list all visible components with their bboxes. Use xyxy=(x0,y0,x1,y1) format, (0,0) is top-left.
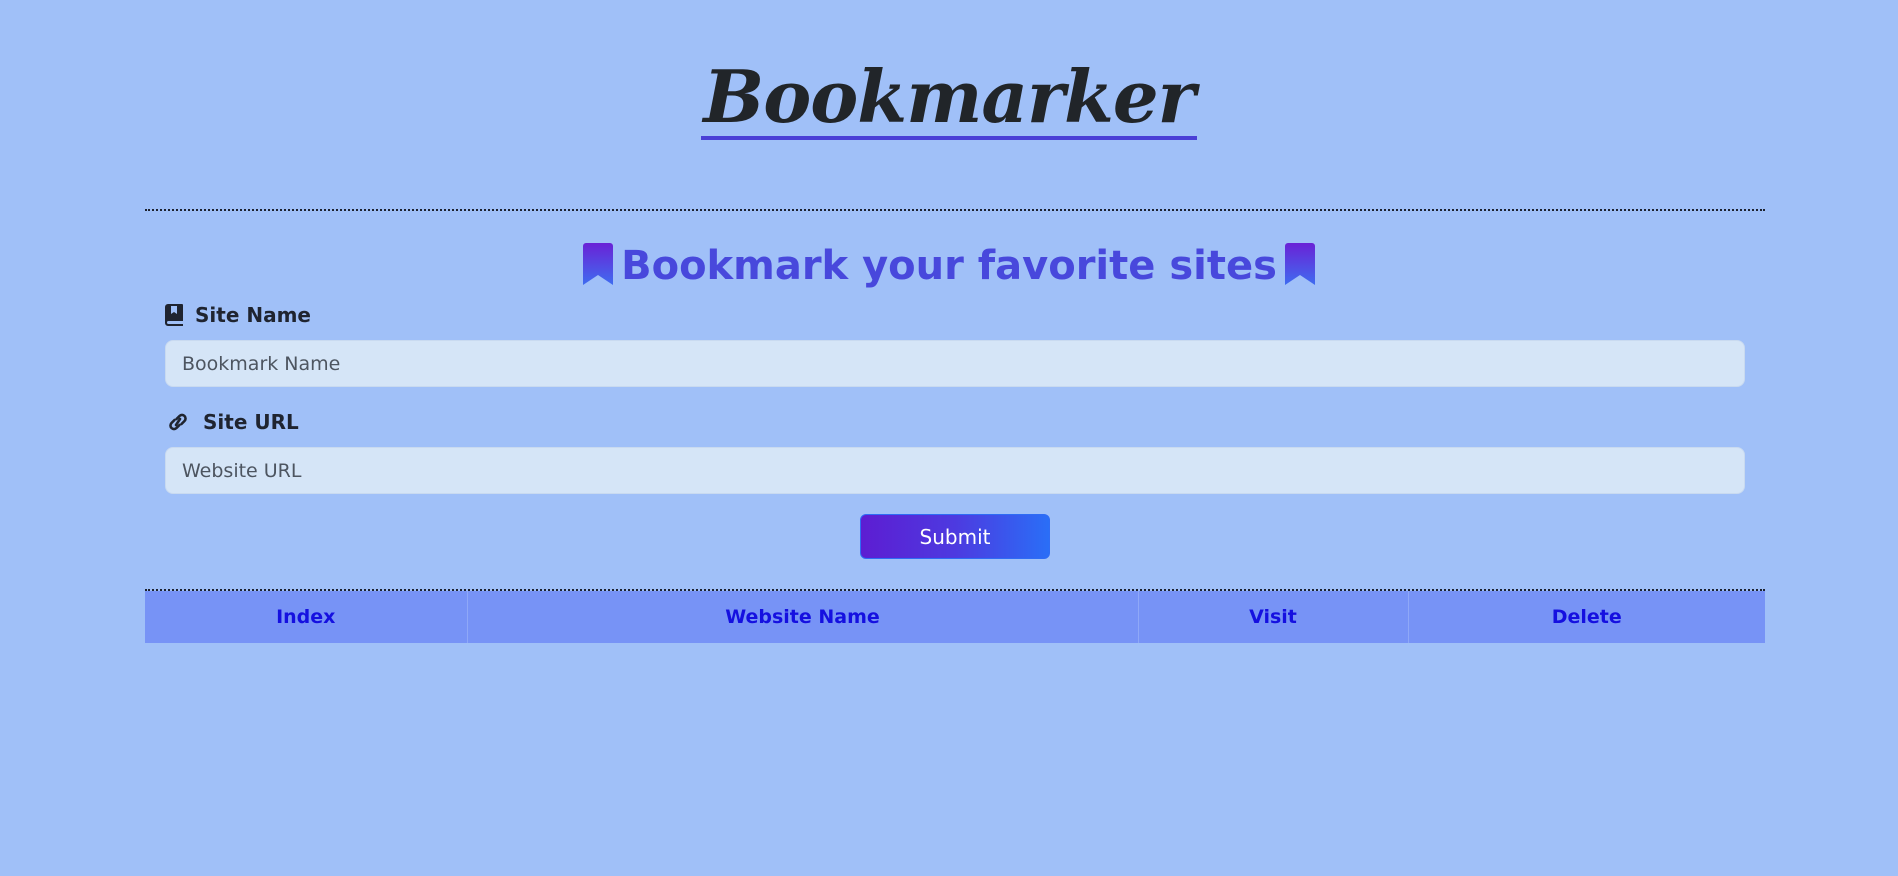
column-header-delete: Delete xyxy=(1407,591,1765,643)
site-name-input[interactable] xyxy=(165,340,1745,387)
form-heading: Bookmark your favorite sites xyxy=(0,240,1898,292)
site-url-label-text: Site URL xyxy=(203,410,299,434)
site-name-label: Site Name xyxy=(165,302,311,328)
site-url-input[interactable] xyxy=(165,447,1745,494)
column-header-visit: Visit xyxy=(1137,591,1408,643)
bookmark-icon xyxy=(583,243,614,285)
column-header-index: Index xyxy=(145,591,467,643)
bookmarks-table: Index Website Name Visit Delete xyxy=(145,591,1765,643)
column-header-website-name: Website Name xyxy=(466,591,1138,643)
site-name-label-text: Site Name xyxy=(195,303,311,327)
top-divider xyxy=(145,209,1765,211)
book-bookmark-icon xyxy=(165,304,183,326)
form-heading-text: Bookmark your favorite sites xyxy=(621,243,1277,289)
submit-button[interactable]: Submit xyxy=(860,514,1050,559)
table-header-row: Index Website Name Visit Delete xyxy=(145,591,1765,643)
link-icon xyxy=(169,413,187,431)
bookmark-icon xyxy=(1284,243,1315,285)
header: Bookmarker xyxy=(0,58,1898,140)
site-url-label: Site URL xyxy=(165,409,299,435)
page-title: Bookmarker xyxy=(701,54,1197,140)
